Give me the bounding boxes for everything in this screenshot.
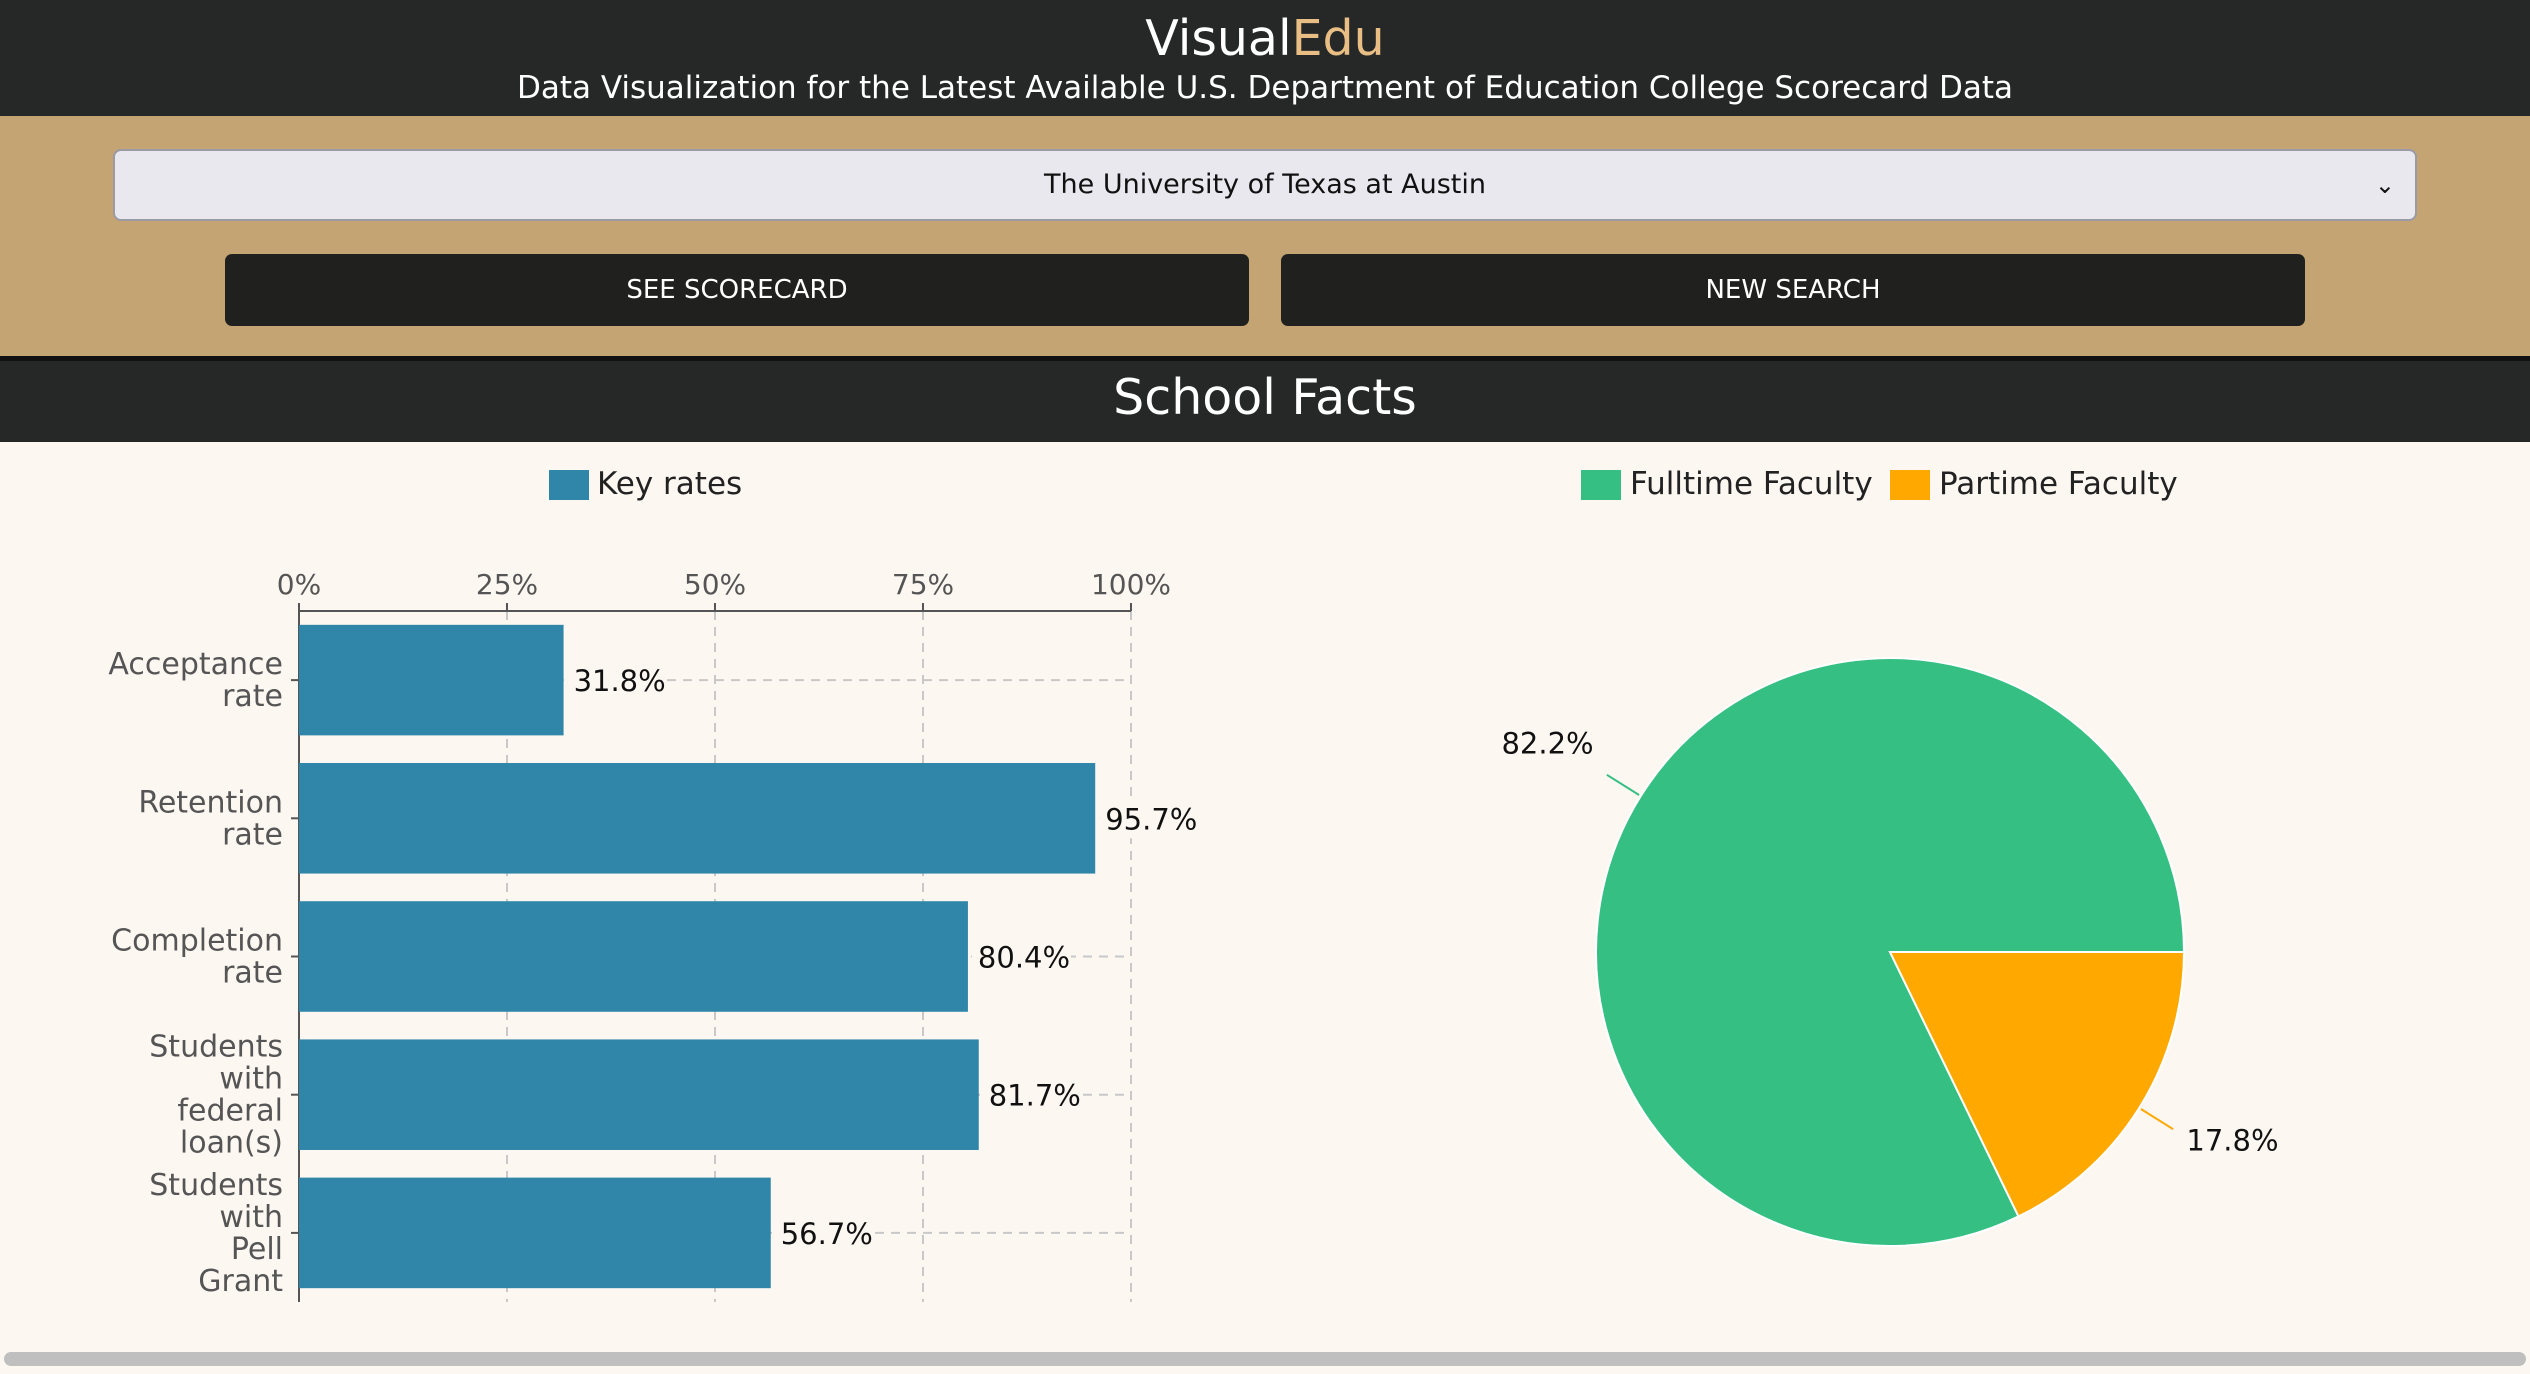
section-title: School Facts [0, 356, 2530, 442]
bar-5 [299, 1177, 771, 1289]
x-tick-label: 0% [277, 568, 321, 601]
bar-value-label: 81.7% [989, 1079, 1081, 1113]
charts-area: Key rates0% 25% 50% 75% 100%31.8%Acceptance r… [108, 466, 2279, 1302]
search-panel: The University of Texas at Austin ⌄ SEE … [0, 116, 2530, 356]
y-category-label-line: rate [222, 817, 283, 852]
school-select[interactable]: The University of Texas at Austin ⌄ [113, 149, 2417, 221]
bar-2 [299, 763, 1096, 874]
pie-leader-line [2140, 1108, 2174, 1131]
y-category-label: Acceptance rate [108, 647, 283, 714]
new-search-button[interactable]: NEW SEARCH [1281, 254, 2305, 326]
y-category-label: Students with Pell Grant [149, 1168, 283, 1299]
app-subtitle: Data Visualization for the Latest Availa… [517, 70, 2013, 106]
brand-name: Visual [1145, 10, 1292, 67]
y-category-label-line: rate [222, 679, 283, 714]
x-tick-label: 100% [1091, 568, 1171, 601]
x-tick-label: 75% [892, 568, 954, 601]
x-tick-label: 50% [684, 568, 746, 601]
scrollbar-thumb[interactable] [4, 1352, 2526, 1366]
y-category-label-line: Retention [138, 785, 283, 820]
bar-1 [299, 624, 564, 736]
y-category-label-line: Completion [111, 924, 283, 959]
pie-value-label: 82.2% [1501, 727, 1593, 761]
bar-4 [299, 1039, 979, 1150]
legend-label-fulltime: Fulltime Faculty [1630, 466, 1873, 502]
pie-value-label: 17.8% [2186, 1123, 2278, 1157]
bar-value-label: 95.7% [1105, 802, 1197, 836]
pie-leader-line [1606, 773, 1640, 796]
bar-value-label: 80.4% [978, 941, 1070, 975]
y-category-label-line: with [219, 1062, 283, 1097]
x-tick-label: 25% [476, 568, 538, 601]
legend-label-key-rates: Key rates [597, 466, 742, 502]
bar-value-label: 56.7% [781, 1217, 873, 1251]
y-category-label: Retention rate [138, 785, 283, 852]
y-category-label-line: rate [222, 956, 283, 991]
legend-swatch-parttime [1890, 470, 1930, 500]
key-rates-bar-chart: Key rates0% 25% 50% 75% 100%31.8%Acceptance r… [108, 466, 1199, 1302]
brand-logo[interactable]: VisualEdu [0, 8, 2530, 70]
see-scorecard-button[interactable]: SEE SCORECARD [225, 254, 1249, 326]
faculty-pie-chart: Fulltime Faculty Partime Faculty 82.2% 17.8… [1501, 466, 2279, 1247]
bar-3 [299, 901, 968, 1012]
chevron-down-icon: ⌄ [2374, 171, 2395, 199]
y-category-label-line: Students [149, 1168, 283, 1203]
y-category-label-line: Pell [231, 1232, 283, 1267]
app-header: VisualEdu Data Visualization for the Lat… [0, 0, 2530, 116]
y-category-label-line: Acceptance [108, 647, 283, 682]
y-category-label: Students with federal loan(s) [149, 1030, 283, 1161]
bar-value-label: 31.8% [574, 664, 666, 698]
legend-swatch-fulltime [1581, 470, 1621, 500]
legend-swatch-key-rates [549, 470, 589, 500]
legend-label-parttime: Partime Faculty [1939, 466, 2178, 502]
school-select-value: The University of Texas at Austin [1044, 169, 1486, 200]
y-category-label: Completion rate [111, 924, 283, 991]
y-category-label-line: Grant [198, 1264, 283, 1299]
y-category-label-line: with [219, 1200, 283, 1235]
brand-name-accent: Edu [1291, 10, 1385, 67]
y-category-label-line: loan(s) [180, 1126, 283, 1161]
horizontal-scrollbar[interactable] [0, 1344, 2530, 1374]
y-category-label-line: federal [177, 1094, 283, 1129]
y-category-label-line: Students [149, 1030, 283, 1065]
